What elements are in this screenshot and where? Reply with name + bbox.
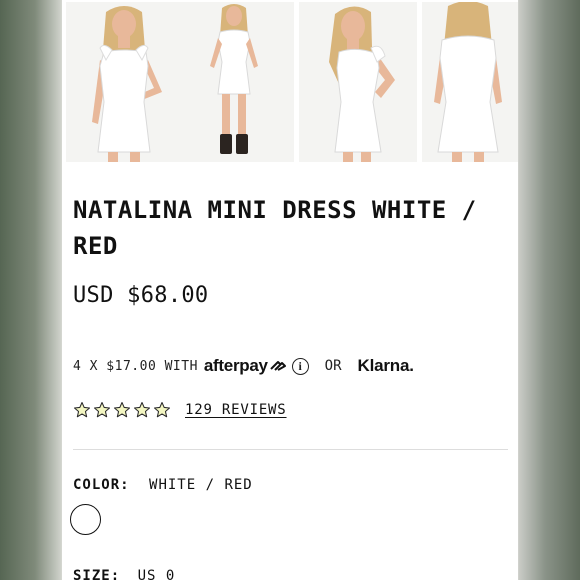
star-icon [93, 401, 111, 418]
product-image-3[interactable] [299, 2, 417, 162]
reviews-link[interactable]: 129 REVIEWS [185, 402, 287, 418]
product-image-2[interactable] [176, 2, 294, 162]
size-option: SIZE: US 0 [73, 568, 175, 580]
star-icon [73, 401, 91, 418]
product-page: NATALINA MINI DRESS WHITE / RED USD $68.… [62, 0, 518, 580]
product-gallery [66, 0, 518, 162]
color-option: COLOR: WHITE / RED [73, 477, 253, 493]
size-value: US 0 [137, 568, 176, 580]
size-label: SIZE: [73, 568, 121, 580]
star-icon [133, 401, 151, 418]
color-label: COLOR: [73, 477, 130, 493]
star-icon [113, 401, 131, 418]
product-price: USD $68.00 [73, 283, 209, 308]
installment-text: 4 X $17.00 WITH [73, 358, 198, 374]
afterpay-arrow-icon [269, 361, 286, 371]
product-image-1[interactable] [66, 2, 184, 162]
star-icon [153, 401, 171, 418]
divider [73, 449, 508, 450]
star-rating [73, 401, 171, 419]
color-value: WHITE / RED [149, 477, 253, 493]
installment-info: 4 X $17.00 WITH afterpay i OR Klarna. [73, 354, 414, 378]
afterpay-logo[interactable]: afterpay [204, 356, 268, 376]
color-swatch-white[interactable] [70, 504, 101, 535]
product-image-4[interactable] [422, 2, 518, 162]
rating-row: 129 REVIEWS [73, 399, 287, 421]
klarna-logo[interactable]: Klarna. [358, 356, 414, 376]
info-icon[interactable]: i [291, 357, 309, 375]
product-title: NATALINA MINI DRESS WHITE / RED [73, 196, 477, 260]
or-separator: OR [324, 358, 342, 374]
